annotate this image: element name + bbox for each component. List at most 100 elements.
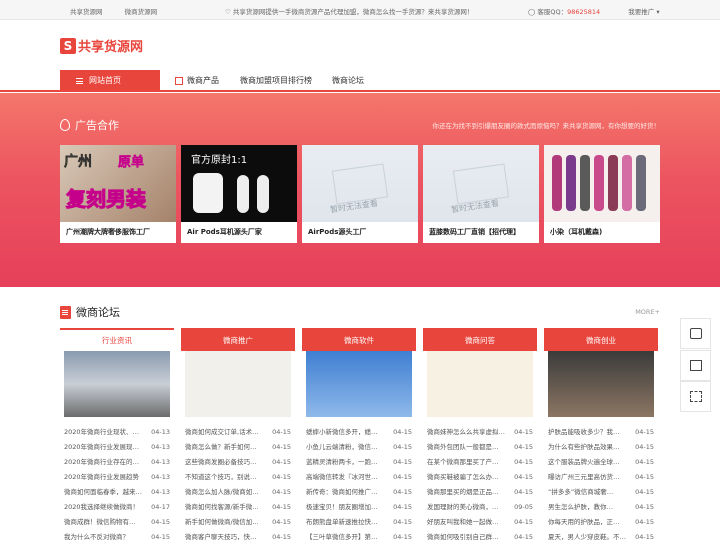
ad-card[interactable]: 官方原封1:1 Air Pods耳机源头厂家 xyxy=(181,145,297,243)
list-item[interactable]: 不知道这个技巧，别说… 04-15 xyxy=(185,470,295,485)
list-item[interactable]: 2020年微商行业发展现… 04-13 xyxy=(64,440,174,455)
ad-card[interactable]: 暂时无法查看 蓝膝数码工厂直销【招代理】 xyxy=(423,145,539,243)
list-item[interactable]: 蟋蟀小新微信多开，蟋… 04-15 xyxy=(306,425,416,440)
list-item[interactable]: 2020年微商行业发展趋势 04-13 xyxy=(64,470,174,485)
list-item[interactable]: 夏天，男人少穿皮鞋。不… 04-15 xyxy=(548,530,658,540)
list-item[interactable]: 新传奇：微商如何推广… 04-15 xyxy=(306,485,416,500)
hairdryer-shape xyxy=(594,155,604,211)
list-item[interactable]: 微商如何成交订单,话术… 04-15 xyxy=(185,425,295,440)
forum-column-head[interactable]: 微商软件 xyxy=(302,328,416,351)
ad-card[interactable]: 广州 原单 复刻男装 广州潮牌大牌奢侈服饰工厂 xyxy=(60,145,176,243)
post-title: 微商怎么做？新手如何… xyxy=(185,443,257,451)
top-bar: 共享货源网 微商货源网 ♡ 共享货源网提供一手微商货源产品代理加盟，微商怎么找一… xyxy=(0,0,720,20)
ad-card-list: 广州 原单 复刻男装 广州潮牌大牌奢侈服饰工厂 官方原封1:1 Air Pods… xyxy=(60,145,660,243)
top-link-site[interactable]: 共享货源网 xyxy=(70,8,103,16)
list-item[interactable]: 微商那里买的烟是正品… 04-15 xyxy=(427,485,537,500)
ad-section: 广告合作 你还在为找不到引爆朋友圈的款式而烦恼吗？来共享货源网，有你想要的好货！… xyxy=(0,93,720,287)
list-item[interactable]: 微商如何面临春季，越来… 04-13 xyxy=(64,485,174,500)
forum-column-head[interactable]: 行业资讯 xyxy=(60,328,174,351)
post-date: 04-17 xyxy=(151,503,170,511)
post-date: 04-15 xyxy=(393,503,412,511)
list-item[interactable]: 【三叶草微信多开】第… 04-15 xyxy=(306,530,416,540)
site-logo[interactable]: S 共享货源网 xyxy=(60,36,143,55)
nav-item-home[interactable]: 网站首页 xyxy=(60,70,160,92)
post-title: 布朗熊盘单新速推拉快… xyxy=(306,518,378,526)
post-list: 微商妹神怎么么共享虚拟… 04-15 微商外包团队一般都是… 04-15 在某个微商… xyxy=(427,425,537,540)
ad-card[interactable]: 暂时无法查看 AirPods源头工厂 xyxy=(302,145,418,243)
list-item[interactable]: 2020年微商行业存在的… 04-13 xyxy=(64,455,174,470)
post-date: 04-15 xyxy=(272,518,291,526)
placeholder-frame-icon xyxy=(452,163,510,205)
forum-column-head[interactable]: 微商创业 xyxy=(544,328,658,351)
forum-column-image[interactable] xyxy=(548,351,654,417)
list-item[interactable]: 高端微信转发『冰河世… 04-15 xyxy=(306,470,416,485)
list-item[interactable]: 微商客户聊天技巧，快… 04-15 xyxy=(185,530,295,540)
ad-image-text: 广州 xyxy=(64,154,93,171)
list-item[interactable]: 2020年微商行业现状、… 04-13 xyxy=(64,425,174,440)
list-item[interactable]: 这个服装品牌火遍全球… 04-15 xyxy=(548,455,658,470)
post-title: 不知道这个技巧，别说… xyxy=(185,473,257,481)
list-item[interactable]: 微商买鞋被骗了怎么办… 04-15 xyxy=(427,470,537,485)
list-item[interactable]: 微商怎么加人脉/微商如… 04-15 xyxy=(185,485,295,500)
forum-column-head[interactable]: 微商推广 xyxy=(181,328,295,351)
nav-item-forum[interactable]: 微商论坛 xyxy=(332,70,364,92)
list-item[interactable]: 微商如何吸引别自己群… 04-15 xyxy=(427,530,537,540)
list-item[interactable]: 蓝精灵清粉两卡，一跑… 04-15 xyxy=(306,455,416,470)
post-date: 09-05 xyxy=(514,503,533,511)
fullscreen-button[interactable] xyxy=(680,381,711,412)
list-item[interactable]: 护肤品能吸收多少？我… 04-15 xyxy=(548,425,658,440)
post-date: 04-15 xyxy=(393,443,412,451)
post-date: 04-15 xyxy=(514,488,533,496)
edit-button[interactable] xyxy=(680,350,711,381)
hairdryer-shape xyxy=(636,155,646,211)
list-item[interactable]: 新手如何做微商/微信加… 04-15 xyxy=(185,515,295,530)
list-item[interactable]: 极速宝贝！朋友圈增加… 04-15 xyxy=(306,500,416,515)
menu-icon xyxy=(76,77,83,84)
forum-column-image[interactable] xyxy=(427,351,533,417)
list-item[interactable]: 微商如何找客源/新手微… 04-15 xyxy=(185,500,295,515)
post-title: 小鱼儿云端清粉，微信… xyxy=(306,443,378,451)
post-date: 04-13 xyxy=(151,458,170,466)
qq-number[interactable]: 98625814 xyxy=(567,8,600,16)
forum-column-head[interactable]: 微商问答 xyxy=(423,328,537,351)
list-item[interactable]: 曝访广州三元里高仿货… 04-15 xyxy=(548,470,658,485)
list-item[interactable]: 我为什么不反对微商？ 04-15 xyxy=(64,530,174,540)
ad-image-text: 复刻男装 xyxy=(66,187,147,212)
top-link-weishang[interactable]: 微商货源网 xyxy=(125,8,158,16)
promote-link[interactable]: 我要推广 xyxy=(628,8,654,16)
list-item[interactable]: 2020我选择继续做微商！ 04-17 xyxy=(64,500,174,515)
post-date: 04-15 xyxy=(151,533,170,540)
list-item[interactable]: 微商妹神怎么么共享虚拟… 04-15 xyxy=(427,425,537,440)
chat-button[interactable] xyxy=(680,318,711,349)
post-title: 微商如何面临春季，越来… xyxy=(64,488,142,496)
hairdryer-shape xyxy=(580,155,590,211)
forum-column-image[interactable] xyxy=(64,351,170,417)
list-item[interactable]: 发国理财的美心微商，… 09-05 xyxy=(427,500,537,515)
post-title: 微商如何成交订单,话术… xyxy=(185,428,259,436)
list-item[interactable]: 布朗熊盘单新速推拉快… 04-15 xyxy=(306,515,416,530)
list-item[interactable]: 在某个微商那里买了产… 04-15 xyxy=(427,455,537,470)
post-title: 好朋友叫我和她一起做… xyxy=(427,518,499,526)
post-date: 04-15 xyxy=(635,488,654,496)
ad-card-placeholder-image: 暂时无法查看 xyxy=(423,145,539,222)
list-item[interactable]: 好朋友叫我和她一起做… 04-15 xyxy=(427,515,537,530)
flame-icon xyxy=(60,119,70,131)
ad-card[interactable]: 小染（耳机戴森) xyxy=(544,145,660,243)
post-date: 04-15 xyxy=(514,428,533,436)
nav-item-products[interactable]: 微商产品 xyxy=(175,70,219,92)
earbuds-case-shape xyxy=(193,173,223,213)
list-item[interactable]: 这些微商发圈必备技巧… 04-15 xyxy=(185,455,295,470)
list-item[interactable]: “拼多多”微信商城奢… 04-15 xyxy=(548,485,658,500)
more-link[interactable]: MORE+ xyxy=(635,308,660,316)
list-item[interactable]: 小鱼儿云端清粉，微信… 04-15 xyxy=(306,440,416,455)
post-title: 发国理财的美心微商，… xyxy=(427,503,499,511)
list-item[interactable]: 微商成群！微信购物有… 04-15 xyxy=(64,515,174,530)
list-item[interactable]: 微商怎么做？新手如何… 04-15 xyxy=(185,440,295,455)
forum-column-image[interactable] xyxy=(306,351,412,417)
list-item[interactable]: 你每天用的护肤品，正… 04-15 xyxy=(548,515,658,530)
list-item[interactable]: 男生怎么护肤，教你… 04-15 xyxy=(548,500,658,515)
list-item[interactable]: 微商外包团队一般都是… 04-15 xyxy=(427,440,537,455)
forum-column-image[interactable] xyxy=(185,351,291,417)
list-item[interactable]: 为什么有些护肤品效果… 04-15 xyxy=(548,440,658,455)
nav-item-ranking[interactable]: 微商加盟项目排行榜 xyxy=(240,70,312,92)
